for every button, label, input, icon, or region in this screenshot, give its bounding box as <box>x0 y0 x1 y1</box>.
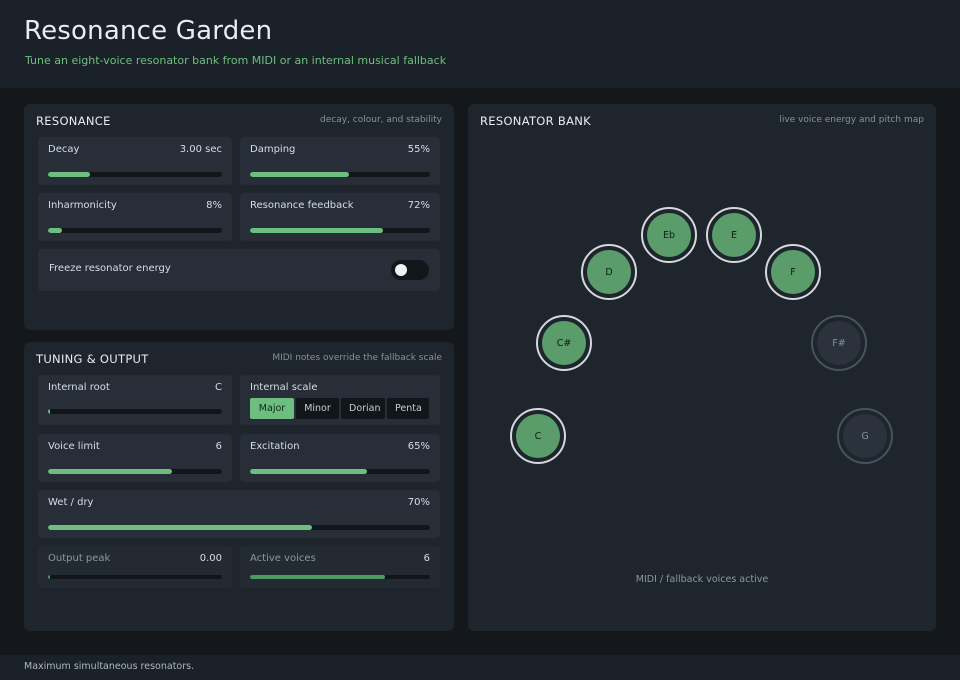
output-peak-value: 0.00 <box>199 553 222 564</box>
inharmonicity-value: 8% <box>206 200 222 211</box>
output-peak-bar <box>48 575 222 579</box>
voice-limit-slider-fill <box>48 469 172 474</box>
voice-limit-value: 6 <box>215 441 222 452</box>
voice-node-e: E <box>706 207 762 263</box>
wet-dry-control: Wet / dry 70% <box>38 490 440 538</box>
root-value: C <box>215 382 222 393</box>
voice-node-c-sharp: C# <box>536 315 592 371</box>
voice-limit-slider[interactable] <box>48 469 222 474</box>
feedback-slider-fill <box>250 228 384 233</box>
active-voices-value: 6 <box>423 553 430 564</box>
root-control: Internal root C <box>38 375 232 425</box>
voice-node-d-label: D <box>587 250 631 294</box>
output-peak-meter: Output peak 0.00 <box>38 546 232 588</box>
excitation-label: Excitation <box>250 441 300 452</box>
voice-node-e-label: E <box>712 213 756 257</box>
root-slider-fill <box>48 409 50 414</box>
voice-node-c-label: C <box>516 414 560 458</box>
voice-node-eb-label: Eb <box>647 213 691 257</box>
active-voices-bar <box>250 575 430 579</box>
app-title: Resonance Garden <box>24 16 273 46</box>
feedback-control: Resonance feedback 72% <box>240 193 440 241</box>
scale-option-minor[interactable]: Minor <box>296 398 339 419</box>
feedback-value: 72% <box>407 200 430 211</box>
output-peak-bar-fill <box>48 575 50 579</box>
freeze-control: Freeze resonator energy <box>38 249 440 291</box>
excitation-slider[interactable] <box>250 469 430 474</box>
damping-slider[interactable] <box>250 172 430 177</box>
tuning-panel-title: TUNING & OUTPUT <box>36 352 149 366</box>
resonance-panel: RESONANCE decay, colour, and stability D… <box>24 104 454 330</box>
active-voices-bar-fill <box>250 575 385 579</box>
freeze-label: Freeze resonator energy <box>49 263 171 274</box>
root-slider[interactable] <box>48 409 222 414</box>
damping-label: Damping <box>250 144 296 155</box>
wet-dry-slider-fill <box>48 525 312 530</box>
scale-label: Internal scale <box>250 382 318 393</box>
root-label: Internal root <box>48 382 110 393</box>
wet-dry-value: 70% <box>407 497 430 508</box>
decay-control: Decay 3.00 sec <box>38 137 232 185</box>
voice-node-g: G <box>837 408 893 464</box>
status-bar: Maximum simultaneous resonators. <box>0 655 960 680</box>
voice-node-f-label: F <box>771 250 815 294</box>
voice-node-f: F <box>765 244 821 300</box>
scale-control: Internal scale Major Minor Dorian Penta <box>240 375 440 425</box>
voice-node-g-label: G <box>843 414 887 458</box>
wet-dry-label: Wet / dry <box>48 497 94 508</box>
output-peak-label: Output peak <box>48 553 111 564</box>
resonator-bank-panel: RESONATOR BANK live voice energy and pit… <box>468 104 936 631</box>
voice-limit-control: Voice limit 6 <box>38 434 232 482</box>
active-voices-meter: Active voices 6 <box>240 546 440 588</box>
tuning-output-panel: TUNING & OUTPUT MIDI notes override the … <box>24 342 454 631</box>
voice-node-eb: Eb <box>641 207 697 263</box>
inharmonicity-slider[interactable] <box>48 228 222 233</box>
bank-panel-hint: live voice energy and pitch map <box>779 115 924 125</box>
damping-value: 55% <box>407 144 430 155</box>
freeze-toggle-knob <box>395 264 407 276</box>
resonance-panel-title: RESONANCE <box>36 114 111 128</box>
inharmonicity-control: Inharmonicity 8% <box>38 193 232 241</box>
inharmonicity-label: Inharmonicity <box>48 200 117 211</box>
decay-slider-fill <box>48 172 90 177</box>
voice-node-f-sharp: F# <box>811 315 867 371</box>
freeze-toggle[interactable] <box>391 260 429 280</box>
voice-node-f-sharp-label: F# <box>817 321 861 365</box>
wet-dry-slider[interactable] <box>48 525 430 530</box>
bank-panel-title: RESONATOR BANK <box>480 114 592 128</box>
decay-slider[interactable] <box>48 172 222 177</box>
bank-status-text: MIDI / fallback voices active <box>635 574 769 585</box>
excitation-value: 65% <box>407 441 430 452</box>
voice-node-d: D <box>581 244 637 300</box>
scale-selector: Major Minor Dorian Penta <box>250 398 429 419</box>
feedback-slider[interactable] <box>250 228 430 233</box>
scale-option-dorian[interactable]: Dorian <box>341 398 385 419</box>
active-voices-label: Active voices <box>250 553 316 564</box>
excitation-control: Excitation 65% <box>240 434 440 482</box>
app-header: Resonance Garden Tune an eight-voice res… <box>0 0 960 88</box>
status-bar-text: Maximum simultaneous resonators. <box>24 661 195 672</box>
damping-control: Damping 55% <box>240 137 440 185</box>
decay-label: Decay <box>48 144 80 155</box>
voice-node-c: C <box>510 408 566 464</box>
feedback-label: Resonance feedback <box>250 200 354 211</box>
excitation-slider-fill <box>250 469 367 474</box>
voice-limit-label: Voice limit <box>48 441 100 452</box>
resonance-panel-hint: decay, colour, and stability <box>320 115 442 125</box>
damping-slider-fill <box>250 172 349 177</box>
voice-node-c-sharp-label: C# <box>542 321 586 365</box>
tuning-panel-hint: MIDI notes override the fallback scale <box>272 353 442 363</box>
app-subtitle: Tune an eight-voice resonator bank from … <box>25 54 447 67</box>
decay-value: 3.00 sec <box>179 144 222 155</box>
scale-option-major[interactable]: Major <box>250 398 294 419</box>
scale-option-penta[interactable]: Penta <box>387 398 429 419</box>
inharmonicity-slider-fill <box>48 228 62 233</box>
